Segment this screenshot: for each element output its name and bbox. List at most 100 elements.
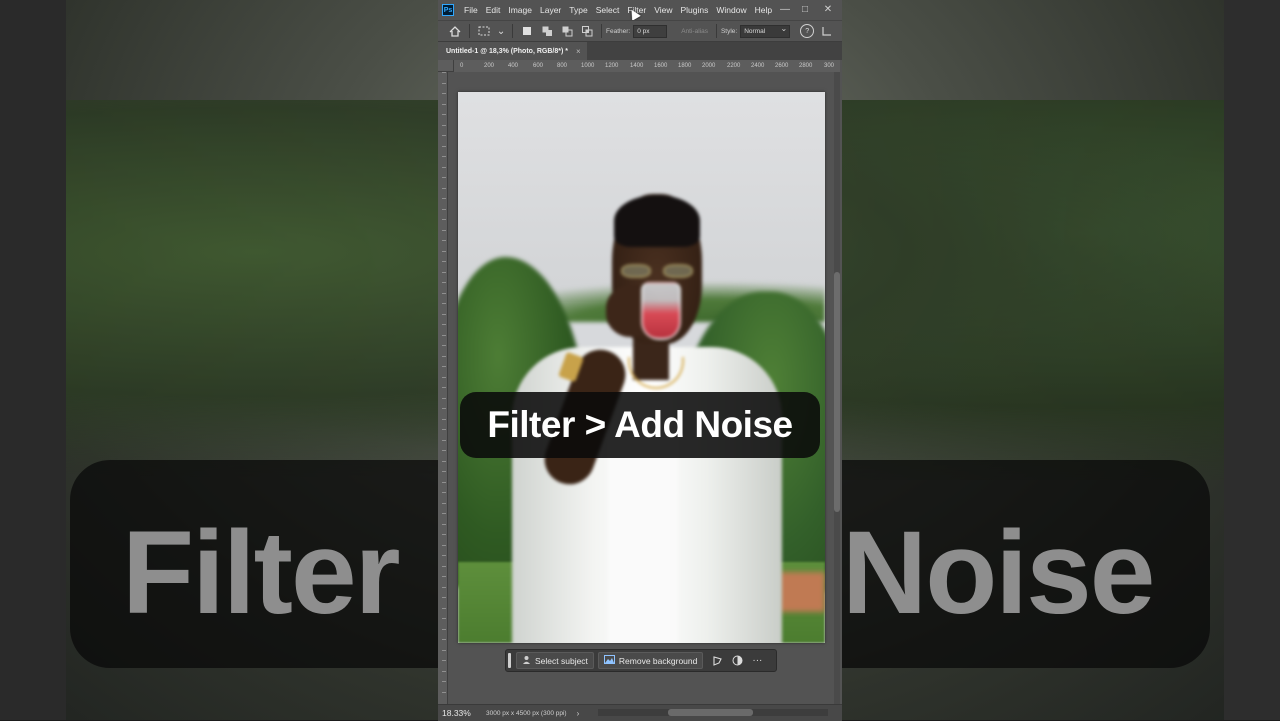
ruler-mark [442, 597, 446, 598]
ruler-mark [442, 534, 446, 535]
status-bar: 18.33% 3000 px x 4500 px (300 ppi) › [438, 704, 842, 721]
photoshop-window: Ps File Edit Image Layer Type Select Fil… [438, 0, 842, 720]
anti-alias-checkbox[interactable]: Anti-alias [681, 28, 708, 35]
ruler-tick: 1000 [581, 63, 595, 69]
vertical-ruler[interactable] [438, 72, 448, 704]
ruler-tick: 0 [460, 63, 464, 69]
new-selection-icon[interactable] [520, 24, 534, 38]
ruler-mark [442, 229, 446, 231]
minimize-icon[interactable]: — [774, 0, 796, 18]
ruler-mark [442, 408, 446, 409]
ruler-mark [442, 628, 446, 630]
close-icon[interactable]: ✕ [817, 0, 839, 18]
menu-window[interactable]: Window [712, 0, 750, 20]
menu-file[interactable]: File [460, 0, 482, 20]
tab-close-icon[interactable]: × [576, 47, 581, 56]
menu-select[interactable]: Select [592, 0, 624, 20]
more-options-icon[interactable]: ··· [747, 652, 767, 669]
marquee-tool-icon[interactable] [477, 24, 491, 38]
ruler-mark [442, 156, 446, 157]
ruler-mark [442, 72, 446, 73]
divider [512, 24, 513, 38]
menu-edit[interactable]: Edit [482, 0, 505, 20]
menu-layer[interactable]: Layer [536, 0, 565, 20]
ruler-mark [442, 565, 446, 567]
transform-icon[interactable] [707, 652, 727, 669]
divider [469, 24, 470, 38]
document-canvas[interactable] [458, 92, 825, 643]
ruler-mark [442, 586, 446, 588]
ruler-mark [442, 93, 446, 94]
remove-background-label: Remove background [618, 655, 698, 666]
ruler-mark [442, 82, 446, 84]
document-tab[interactable]: Untitled-1 @ 18,3% (Photo, RGB/8*) * × [438, 42, 587, 60]
divider [601, 24, 602, 38]
remove-background-button[interactable]: Remove background [597, 652, 704, 669]
photo-cup [641, 282, 681, 340]
ruler-mark [442, 618, 446, 619]
ruler-mark [442, 544, 446, 546]
menu-help[interactable]: Help [751, 0, 776, 20]
ruler-mark [442, 607, 446, 609]
ruler-mark [442, 198, 446, 199]
select-subject-button[interactable]: Select subject [516, 652, 594, 669]
ruler-mark [442, 124, 446, 126]
menu-bar: Ps File Edit Image Layer Type Select Fil… [438, 0, 842, 21]
zoom-level[interactable]: 18.33% [442, 708, 482, 718]
select-subject-label: Select subject [535, 655, 588, 666]
divider [715, 24, 717, 38]
vertical-scrollbar-thumb[interactable] [834, 272, 840, 512]
ruler-mark [442, 691, 446, 693]
ruler-mark [442, 660, 446, 661]
vertical-scrollbar[interactable] [834, 72, 840, 704]
drag-handle[interactable] [508, 653, 511, 668]
ruler-tool-icon[interactable] [820, 24, 834, 38]
ruler-tick: 800 [557, 63, 568, 69]
ruler-mark [442, 219, 446, 220]
menu-image[interactable]: Image [504, 0, 536, 20]
photo-person [458, 92, 825, 643]
background-ghost-edge [1224, 0, 1280, 720]
maximize-icon[interactable]: □ [794, 0, 816, 18]
adjustment-icon[interactable] [727, 652, 747, 669]
ruler-mark [442, 240, 446, 241]
ruler-mark [442, 670, 446, 672]
ruler-tick: 300 [824, 63, 835, 69]
ruler-mark [442, 303, 446, 304]
ruler-mark [442, 387, 446, 388]
menu-type[interactable]: Type [565, 0, 591, 20]
intersect-selection-icon[interactable] [580, 24, 594, 38]
ruler-mark [442, 681, 446, 682]
image-icon [603, 655, 615, 666]
home-icon[interactable] [448, 24, 462, 38]
ruler-mark [442, 334, 446, 336]
horizontal-scrollbar-thumb[interactable] [668, 709, 753, 716]
ruler-corner[interactable] [438, 60, 454, 72]
ruler-mark [442, 502, 446, 504]
ruler-mark [442, 261, 446, 262]
ruler-mark [442, 145, 446, 147]
style-select[interactable]: Normal [740, 23, 791, 38]
options-bar: ⌄ Feather: 0 px Anti-alias Style: Normal… [438, 20, 842, 42]
ruler-mark [442, 324, 446, 325]
ruler-mark [442, 649, 446, 651]
ruler-tick: 400 [508, 63, 519, 69]
horizontal-scrollbar[interactable] [598, 709, 828, 716]
chevron-down-icon[interactable]: ⌄ [497, 24, 505, 38]
person-icon [522, 655, 531, 666]
ruler-mark [442, 397, 446, 399]
ruler-mark [442, 576, 446, 577]
subtract-from-selection-icon[interactable] [560, 24, 574, 38]
ruler-tick: 1600 [654, 63, 668, 69]
ruler-mark [442, 376, 446, 378]
help-icon[interactable]: ? [800, 24, 815, 38]
feather-input[interactable]: 0 px [633, 24, 668, 38]
menu-plugins[interactable]: Plugins [676, 0, 712, 20]
menu-view[interactable]: View [650, 0, 676, 20]
chevron-right-icon[interactable]: › [577, 709, 580, 718]
add-to-selection-icon[interactable] [540, 24, 554, 38]
ruler-tick: 2800 [799, 63, 813, 69]
background-ghost-text-right: Noise [842, 507, 1155, 639]
ruler-mark [442, 313, 446, 315]
ruler-mark [442, 166, 446, 168]
